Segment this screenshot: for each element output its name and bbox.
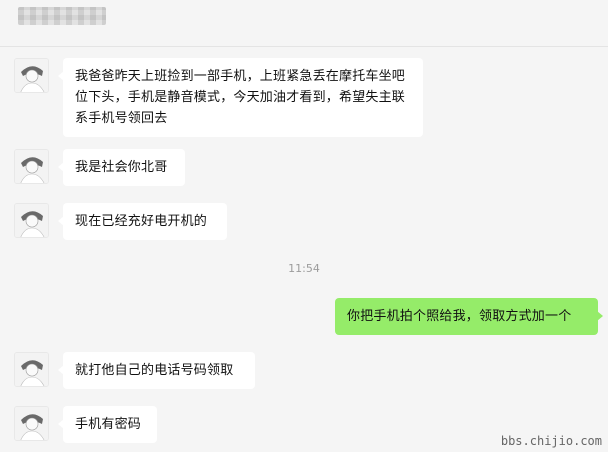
avatar-icon — [15, 204, 48, 237]
outgoing-message-bubble[interactable]: 你把手机拍个照给我，领取方式加一个 — [335, 298, 603, 335]
watermark: bbs.chijio.com — [500, 434, 602, 448]
contact-avatar[interactable] — [14, 203, 49, 238]
message-bubble[interactable]: 手机有密码 — [58, 406, 157, 443]
message-bubble[interactable]: 现在已经充好电开机的 — [58, 203, 227, 240]
contact-avatar[interactable] — [14, 58, 49, 93]
avatar-icon — [15, 353, 48, 386]
message-bubble[interactable]: 就打他自己的电话号码领取 — [58, 352, 255, 389]
avatar-icon — [15, 59, 48, 92]
message-bubble[interactable]: 我爸爸昨天上班捡到一部手机，上班紧急丢在摩托车坐吧位下头，手机是静音模式，今天加… — [58, 58, 423, 137]
contact-avatar[interactable] — [14, 149, 49, 184]
avatar-icon — [15, 150, 48, 183]
blurred-contact-name — [18, 7, 106, 25]
message-bubble[interactable]: 我是社会你北哥 — [58, 149, 185, 186]
avatar-icon — [15, 407, 48, 440]
message-timestamp: 11:54 — [288, 262, 320, 275]
contact-avatar[interactable] — [14, 406, 49, 441]
contact-avatar[interactable] — [14, 352, 49, 387]
chat-header — [0, 0, 608, 47]
